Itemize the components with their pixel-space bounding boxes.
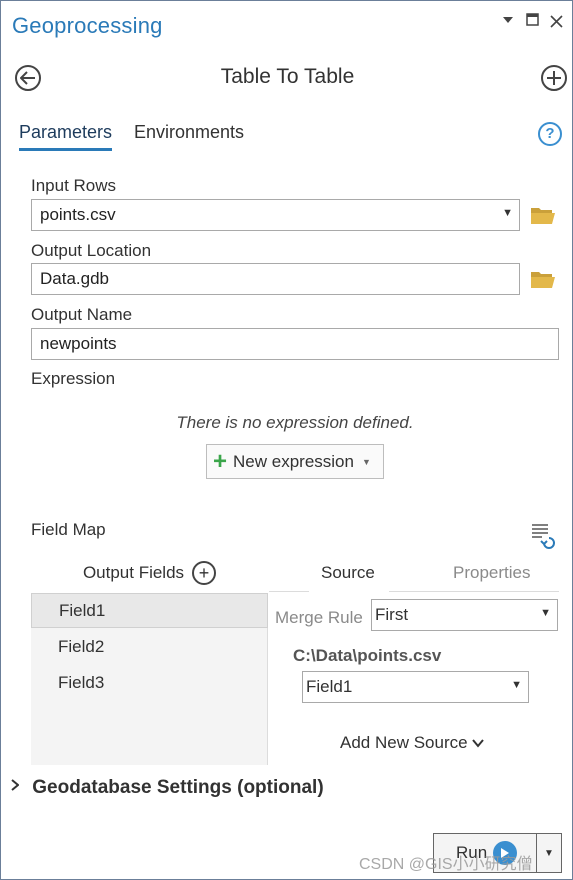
output-field-row[interactable]: Field2 (31, 630, 268, 665)
output-fields-label: Output Fields (82, 563, 185, 582)
restore-icon[interactable] (523, 13, 541, 31)
pane-title: Geoprocessing (12, 13, 163, 38)
field-source-panel: Source Properties Merge Rule First ▼ C:\… (269, 553, 559, 765)
help-icon[interactable]: ? (538, 122, 562, 146)
chevron-down-icon (472, 739, 485, 748)
output-fields-panel: Output Fields + Field1 Field2 Field3 (31, 553, 268, 765)
tool-title: Table To Table (220, 65, 355, 88)
active-tab-indicator (309, 589, 389, 592)
source-path: C:\Data\points.csv (293, 646, 442, 665)
watermark: CSDN @GIS小小研究僧 (359, 856, 533, 873)
geodatabase-settings-group[interactable]: Geodatabase Settings (optional) (11, 777, 324, 799)
active-tab-underline (19, 148, 113, 151)
chevron-down-icon: ▼ (544, 847, 554, 859)
output-field-row[interactable]: Field1 (31, 593, 268, 628)
output-location-label: Output Location (31, 241, 152, 260)
tab-properties[interactable]: Properties (453, 563, 530, 583)
add-new-source-label: Add New Source (340, 733, 468, 752)
run-options-dropdown[interactable]: ▼ (537, 833, 562, 873)
plus-icon: + (213, 447, 228, 475)
reset-field-map-icon[interactable] (530, 522, 556, 550)
output-name-label: Output Name (31, 305, 133, 324)
tab-parameters[interactable]: Parameters (19, 122, 113, 151)
source-field-dropdown[interactable]: Field1 ▼ (302, 671, 529, 703)
input-rows-value: points.csv (40, 205, 116, 224)
folder-icon[interactable] (530, 205, 556, 225)
merge-rule-label: Merge Rule (275, 608, 363, 627)
chevron-down-icon: ▼ (511, 679, 522, 691)
merge-rule-dropdown[interactable]: First ▼ (371, 599, 558, 631)
output-field-row[interactable]: Field3 (31, 666, 268, 701)
new-expression-label: New expression (233, 451, 354, 471)
chevron-down-icon[interactable] (499, 13, 517, 31)
tab-parameters-label: Parameters (19, 122, 113, 142)
add-field-icon[interactable]: + (192, 561, 217, 585)
expression-label: Expression (31, 369, 116, 388)
title-bar: Geoprocessing (1, 1, 572, 51)
add-new-source-button[interactable]: Add New Source (340, 733, 485, 753)
folder-icon[interactable] (530, 269, 556, 289)
output-name-value: newpoints (40, 334, 117, 353)
chevron-down-icon: ▼ (502, 207, 513, 219)
field-map-label: Field Map (31, 520, 106, 539)
geodatabase-settings-label: Geodatabase Settings (optional) (32, 777, 324, 798)
output-fields-header: Output Fields + (31, 553, 268, 593)
output-location-value: Data.gdb (40, 269, 109, 288)
output-name-field[interactable]: newpoints (31, 328, 559, 360)
chevron-down-icon: ▼ (361, 456, 371, 467)
tab-environments[interactable]: Environments (134, 122, 244, 143)
chevron-right-icon (11, 779, 20, 794)
tab-source[interactable]: Source (321, 563, 375, 583)
geoprocessing-pane: Geoprocessing Table To Table Parameters … (0, 0, 573, 880)
close-icon[interactable] (547, 13, 565, 31)
output-location-field[interactable]: Data.gdb (31, 263, 520, 295)
new-expression-button[interactable]: + New expression ▼ (206, 444, 384, 479)
no-expression-message: There is no expression defined. (176, 413, 414, 432)
chevron-down-icon: ▼ (540, 607, 551, 619)
input-rows-dropdown[interactable]: points.csv ▼ (31, 199, 520, 231)
merge-rule-value: First (375, 605, 409, 624)
add-tool-icon[interactable] (541, 65, 567, 91)
source-field-value: Field1 (306, 677, 353, 696)
input-rows-label: Input Rows (31, 176, 117, 195)
